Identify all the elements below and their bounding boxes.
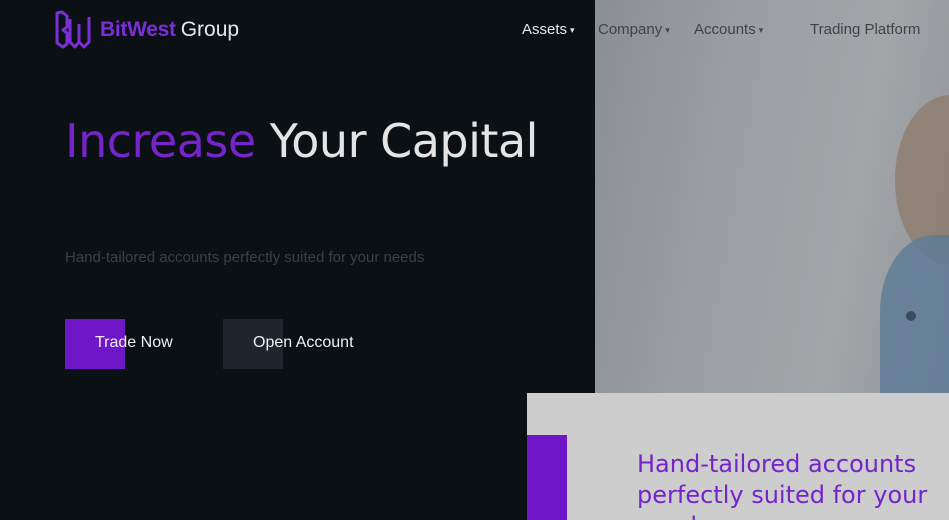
- trade-now-label: Trade Now: [95, 334, 173, 351]
- info-card-accent-bar: [527, 435, 567, 520]
- nav-accounts[interactable]: Accounts ▾: [694, 18, 763, 40]
- brand-name: BitWest: [100, 17, 176, 41]
- chevron-down-icon: ▾: [570, 24, 575, 35]
- hero-title-rest: Your Capital: [269, 114, 539, 168]
- nav-company[interactable]: Company ▾: [598, 18, 670, 40]
- info-card-text: Hand-tailored accounts perfectly suited …: [637, 450, 928, 520]
- shirt-button: [906, 311, 916, 321]
- open-account-button[interactable]: Open Account: [223, 319, 363, 369]
- brand-group: Group: [180, 17, 240, 41]
- chevron-down-icon: ▾: [758, 24, 764, 35]
- bw-monogram-icon: [55, 10, 91, 49]
- hero-title-accent: Increase: [65, 114, 256, 168]
- hero-photo: [595, 0, 949, 393]
- brand-logo[interactable]: BitWest Group: [55, 9, 239, 49]
- hero-title: Increase Your Capital: [65, 113, 538, 170]
- open-account-label: Open Account: [253, 334, 354, 351]
- trade-now-button[interactable]: Trade Now: [65, 319, 185, 369]
- nav-assets[interactable]: Assets ▾: [522, 18, 575, 40]
- chevron-down-icon: ▾: [665, 24, 670, 35]
- info-card: Hand-tailored accounts perfectly suited …: [527, 393, 949, 520]
- hero-subtitle: Hand-tailored accounts perfectly suited …: [65, 249, 425, 266]
- nav-trading-platform[interactable]: Trading Platform: [810, 18, 920, 40]
